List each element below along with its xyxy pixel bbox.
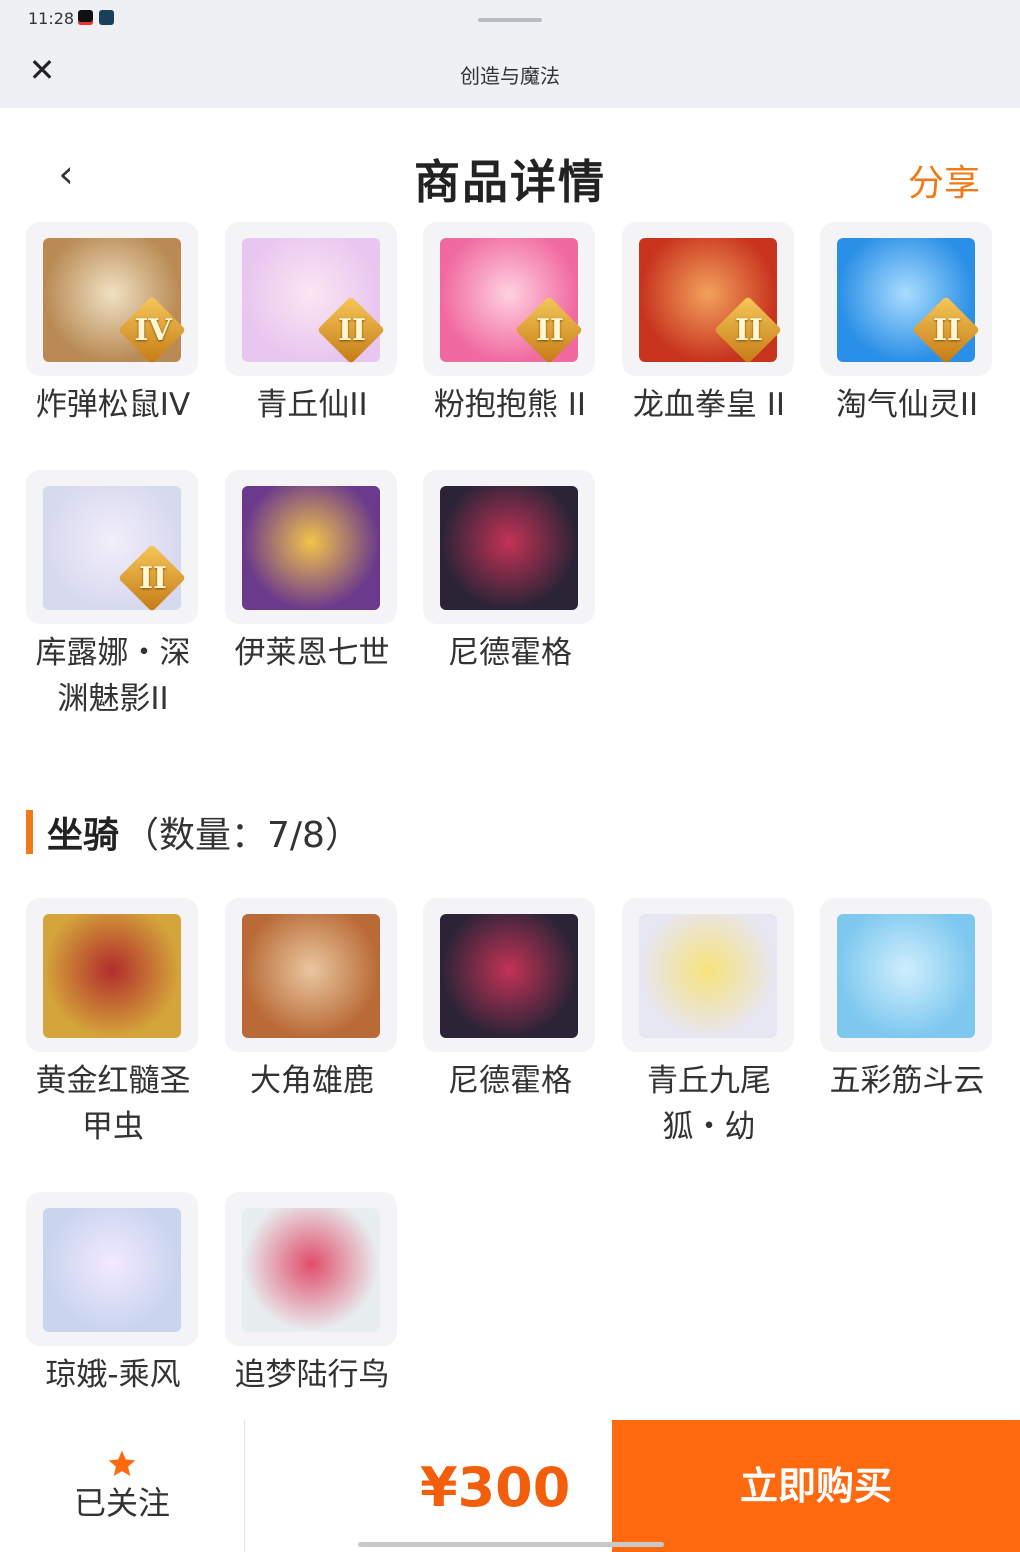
divider	[244, 1420, 245, 1552]
section-accent-bar	[26, 810, 33, 854]
item-name: 库露娜・深渊魅影II	[35, 635, 191, 717]
item-thumbnail: II	[622, 222, 794, 376]
item-thumbnail	[225, 470, 397, 624]
item-card[interactable]: 大角雄鹿	[225, 898, 399, 1104]
item-card[interactable]: II 淘气仙灵II	[820, 222, 994, 428]
item-thumbnail: II	[820, 222, 992, 376]
item-thumbnail	[225, 1192, 397, 1346]
app-notification-icon	[99, 10, 114, 25]
item-art-image	[242, 914, 380, 1038]
item-thumbnail: II	[26, 470, 198, 624]
follow-label: 已关注	[73, 1484, 170, 1522]
item-thumbnail	[26, 1192, 198, 1346]
item-art-image	[837, 914, 975, 1038]
item-thumbnail	[423, 470, 595, 624]
item-name: 粉抱抱熊 II	[433, 387, 587, 423]
item-card[interactable]: 五彩筋斗云	[820, 898, 994, 1104]
item-name: 淘气仙灵II	[835, 387, 979, 423]
item-thumbnail: IV	[26, 222, 198, 376]
item-name: 琼娥-乘风	[45, 1357, 181, 1393]
item-thumbnail: II	[423, 222, 595, 376]
item-card[interactable]: IV 炸弹松鼠IV	[26, 222, 200, 428]
item-name: 伊莱恩七世	[234, 635, 390, 671]
item-thumbnail	[26, 898, 198, 1052]
item-name: 尼德霍格	[448, 635, 572, 671]
item-card[interactable]: II 青丘仙II	[225, 222, 399, 428]
item-thumbnail	[820, 898, 992, 1052]
item-card[interactable]: 青丘九尾狐・幼	[622, 898, 796, 1150]
sheet-grabber[interactable]	[478, 18, 542, 22]
section-title: 坐骑	[47, 815, 120, 856]
item-card[interactable]: 追梦陆行鸟	[225, 1192, 399, 1398]
item-name: 龙血拳皇 II	[632, 387, 786, 423]
item-card[interactable]: II 龙血拳皇 II	[622, 222, 796, 428]
item-card[interactable]: II 粉抱抱熊 II	[423, 222, 597, 428]
status-icons	[78, 10, 114, 25]
tiktok-notification-icon	[78, 10, 93, 25]
item-card[interactable]: 尼德霍格	[423, 470, 597, 676]
status-time: 11:28	[28, 9, 75, 28]
system-top-bar: 11:28 ✕ 创造与魔法	[0, 0, 1020, 108]
item-card[interactable]: II 库露娜・深渊魅影II	[26, 470, 200, 722]
buy-now-button[interactable]: 立即购买	[612, 1420, 1020, 1552]
rank-badge-label: II	[535, 313, 565, 348]
item-thumbnail	[622, 898, 794, 1052]
item-art-image	[242, 486, 380, 610]
page-title: 商品详情	[414, 155, 606, 209]
item-name: 五彩筋斗云	[829, 1063, 985, 1099]
item-art-image	[440, 914, 578, 1038]
item-card[interactable]: 琼娥-乘风	[26, 1192, 200, 1398]
share-button[interactable]: 分享	[908, 154, 980, 206]
mounts-section-header: 坐骑 （数量：7/8）	[26, 806, 361, 858]
item-name: 青丘仙II	[256, 387, 368, 423]
star-icon	[108, 1450, 136, 1476]
item-thumbnail	[225, 898, 397, 1052]
item-name: 青丘九尾狐・幼	[647, 1063, 771, 1145]
item-card[interactable]: 伊莱恩七世	[225, 470, 399, 676]
item-name: 黄金红髓圣甲虫	[35, 1063, 191, 1145]
item-card[interactable]: 黄金红髓圣甲虫	[26, 898, 200, 1150]
rank-badge-label: II	[932, 313, 962, 348]
home-indicator	[358, 1542, 664, 1547]
item-art-image	[440, 486, 578, 610]
rank-badge-label: IV	[134, 313, 172, 348]
price: ¥300	[420, 1456, 571, 1519]
rank-badge-label: II	[734, 313, 764, 348]
follow-button[interactable]: 已关注	[0, 1420, 244, 1552]
item-name: 尼德霍格	[448, 1063, 572, 1099]
item-name: 炸弹松鼠IV	[35, 387, 191, 423]
bottom-action-bar: 已关注 ¥300 立即购买	[0, 1420, 1020, 1552]
rank-badge-label: II	[138, 561, 168, 596]
item-art-image	[43, 914, 181, 1038]
item-name: 追梦陆行鸟	[234, 1357, 390, 1393]
item-thumbnail: II	[225, 222, 397, 376]
item-card[interactable]: 尼德霍格	[423, 898, 597, 1104]
item-art-image	[639, 914, 777, 1038]
section-count: （数量：7/8）	[123, 815, 361, 856]
item-art-image	[242, 1208, 380, 1332]
item-name: 大角雄鹿	[250, 1063, 374, 1099]
mini-app-title: 创造与魔法	[460, 64, 560, 88]
rank-badge-label: II	[337, 313, 367, 348]
item-art-image	[43, 1208, 181, 1332]
item-thumbnail	[423, 898, 595, 1052]
